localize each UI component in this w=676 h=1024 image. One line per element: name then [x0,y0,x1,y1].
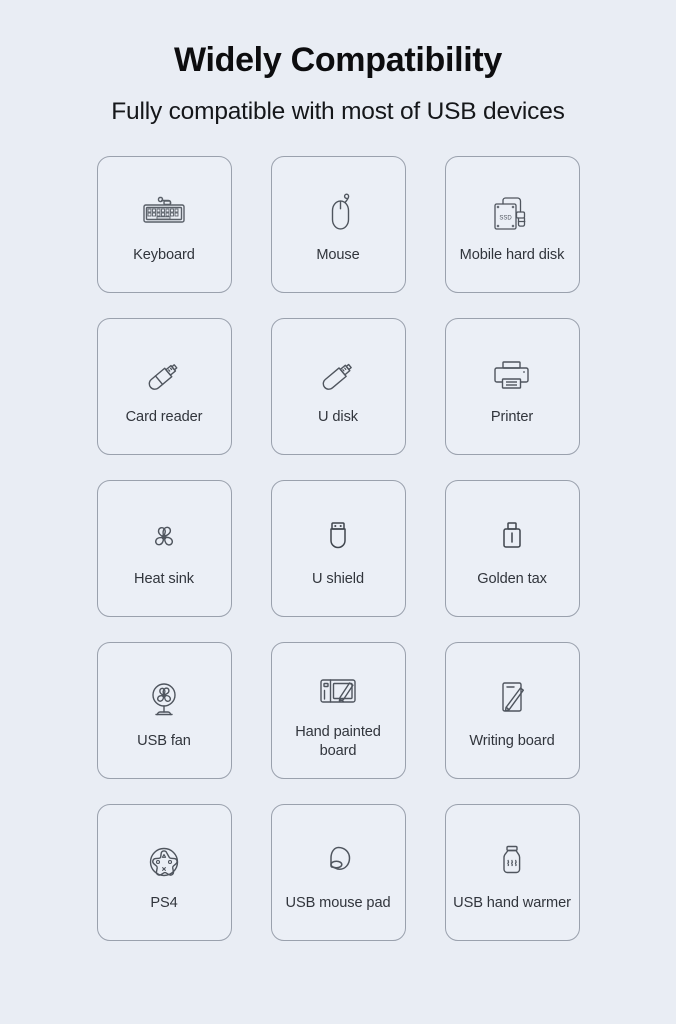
gamepad-icon [141,834,187,890]
device-card-usb-hand-warmer[interactable]: USB hand warmer [444,804,580,942]
graphics-tablet-icon [312,663,364,719]
device-card-mobile-hard-disk[interactable]: SSD Mobile hard disk [444,156,580,294]
device-card-usb-fan[interactable]: USB fan [96,642,232,780]
device-label: Printer [490,409,534,426]
device-card-hand-painted-board[interactable]: Hand painted board [270,642,406,780]
device-card-ps4[interactable]: PS4 [96,804,232,942]
external-ssd-icon: SSD [484,186,540,242]
usb-token-icon [318,510,358,566]
writing-tablet-icon [490,672,534,728]
compatibility-page: Widely Compatibility Fully compatible wi… [0,0,676,1024]
device-label: Keyboard [133,247,195,264]
device-card-heat-sink[interactable]: Heat sink [96,480,232,618]
device-card-usb-mouse-pad[interactable]: USB mouse pad [270,804,406,942]
device-card-card-reader[interactable]: Card reader [96,318,232,456]
device-card-u-disk[interactable]: U disk [270,318,406,456]
device-label: U shield [312,571,364,588]
fan-blades-icon [141,510,187,566]
device-card-u-shield[interactable]: U shield [270,480,406,618]
svg-text:SSD: SSD [499,216,512,222]
device-card-writing-board[interactable]: Writing board [444,642,580,780]
mouse-pad-icon [314,834,362,890]
page-subtitle: Fully compatible with most of USB device… [111,97,565,125]
usb-flash-drive-icon [315,348,361,404]
device-card-keyboard[interactable]: Keyboard [96,156,232,294]
device-label: Writing board [469,733,555,750]
desk-fan-icon [140,672,188,728]
hand-warmer-icon [491,834,533,890]
device-label: Mouse [316,247,360,264]
device-card-mouse[interactable]: Mouse [270,156,406,294]
device-label: U disk [318,409,358,426]
device-label: USB fan [137,733,191,750]
device-card-golden-tax[interactable]: Golden tax [444,480,580,618]
device-label: USB mouse pad [285,895,391,912]
printer-icon [487,348,537,404]
usb-dongle-icon [492,510,532,566]
device-label: PS4 [150,895,178,912]
keyboard-icon [136,186,192,242]
mouse-icon [315,186,361,242]
device-label: Heat sink [134,571,194,588]
device-label: Hand painted board [295,724,381,759]
card-reader-icon [139,348,189,404]
device-label: Card reader [125,409,203,426]
page-title: Widely Compatibility [173,41,503,79]
device-card-printer[interactable]: Printer [444,318,580,456]
device-label: Golden tax [477,571,547,588]
page-header: Widely Compatibility Fully compatible wi… [0,0,676,126]
device-label: USB hand warmer [453,895,571,912]
device-grid: Keyboard Mouse SSD Mobile hard disk Card… [96,156,580,942]
device-label: Mobile hard disk [459,247,565,264]
